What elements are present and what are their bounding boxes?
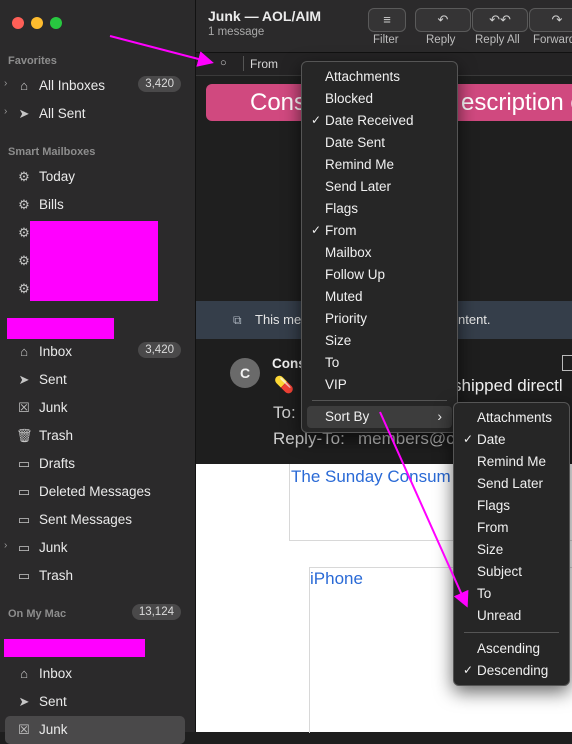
annotation-arrows: [109, 35, 469, 608]
annotation-arrow: [109, 35, 214, 67]
annotation-arrow: [379, 411, 469, 608]
